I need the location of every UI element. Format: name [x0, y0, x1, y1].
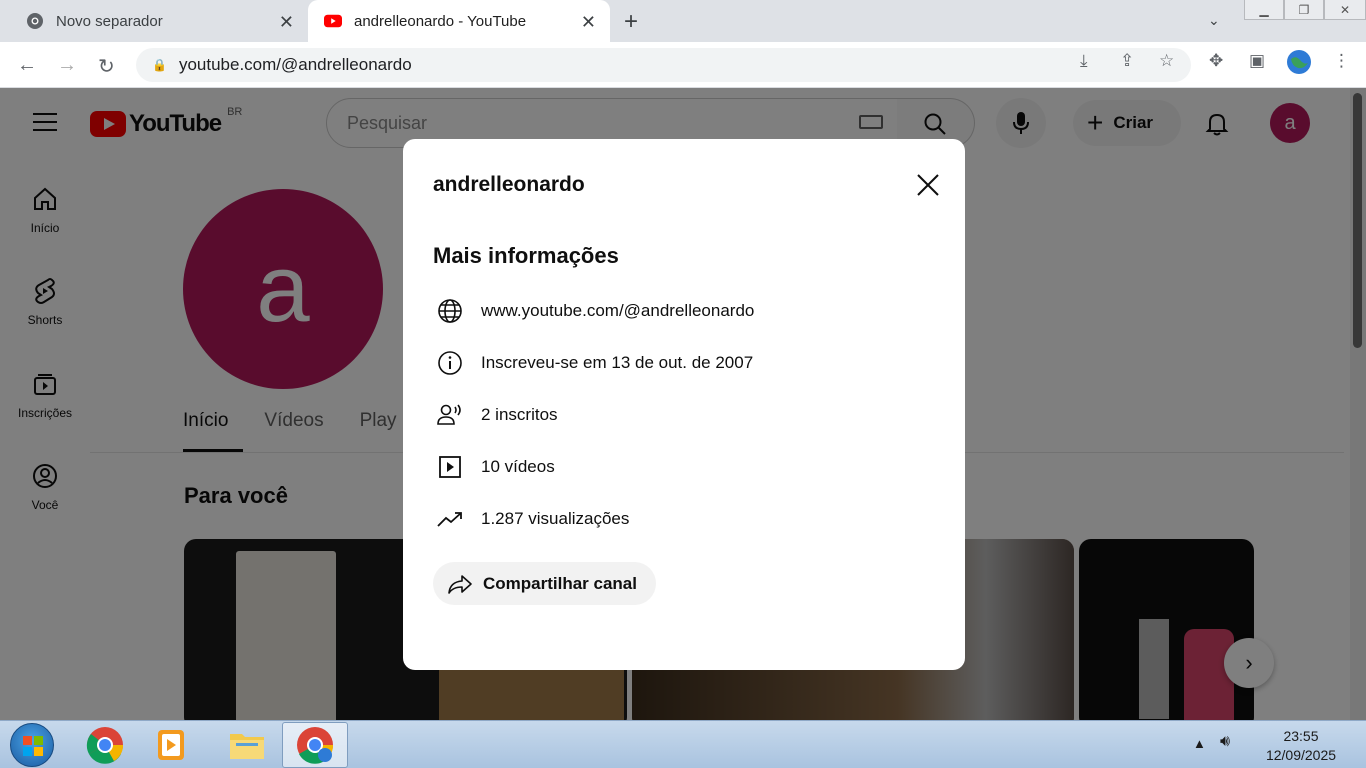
- tab-title: Novo separador: [56, 12, 163, 30]
- tab-title: andrelleonardo - YouTube: [354, 12, 527, 30]
- minimize-button[interactable]: ▁: [1244, 0, 1284, 20]
- install-icon[interactable]: ⤓: [1080, 51, 1088, 71]
- window-close-button[interactable]: ✕: [1324, 0, 1366, 20]
- info-row-url: www.youtube.com/@andrelleonardo: [433, 297, 754, 325]
- start-button[interactable]: [10, 723, 54, 767]
- profile-avatar-icon[interactable]: [1286, 49, 1312, 80]
- info-row-text[interactable]: www.youtube.com/@andrelleonardo: [481, 301, 754, 321]
- taskbar-explorer[interactable]: [214, 722, 280, 768]
- windows-taskbar: ▲ 🔊︎ 23:55 12/09/2025: [0, 720, 1366, 768]
- channel-about-dialog: andrelleonardo Mais informações www.yout…: [403, 139, 965, 670]
- bookmark-star-icon[interactable]: ☆: [1159, 51, 1174, 71]
- info-row-joined: Inscreveu-se em 13 de out. de 2007: [433, 349, 753, 377]
- browser-menu-icon[interactable]: ⋮: [1333, 51, 1350, 71]
- chrome-icon: [297, 727, 334, 764]
- taskbar-media-player[interactable]: [138, 722, 204, 768]
- info-icon: [433, 349, 467, 377]
- close-icon[interactable]: [915, 172, 941, 203]
- lock-icon: 🔒: [152, 58, 167, 72]
- tab-search-chevron-icon[interactable]: ⌄: [1208, 12, 1220, 29]
- extensions-icon[interactable]: ✥: [1209, 51, 1223, 71]
- share-label: Compartilhar canal: [483, 573, 637, 593]
- folder-icon: [230, 734, 264, 759]
- tab-youtube[interactable]: andrelleonardo - YouTube ✕: [308, 0, 610, 42]
- chrome-icon: [26, 12, 44, 30]
- info-row-views: 1.287 visualizações: [433, 505, 629, 533]
- dialog-subtitle: Mais informações: [433, 243, 619, 268]
- restore-button[interactable]: ❐: [1284, 0, 1324, 20]
- info-row-text: 1.287 visualizações: [481, 509, 630, 528]
- address-bar[interactable]: 🔒 youtube.com/@andrelleonardo: [136, 48, 1191, 82]
- dialog-title: andrelleonardo: [433, 173, 585, 196]
- tab-close-icon[interactable]: ✕: [581, 12, 596, 33]
- info-row-text: Inscreveu-se em 13 de out. de 2007: [481, 353, 754, 372]
- info-row-text: 2 inscritos: [481, 405, 558, 424]
- video-icon: [433, 453, 467, 481]
- system-clock[interactable]: 23:55 12/09/2025: [1256, 727, 1346, 765]
- browser-tab-strip: Novo separador ✕ andrelleonardo - YouTub…: [0, 0, 1366, 42]
- globe-icon: [433, 297, 467, 325]
- share-arrow-icon: [448, 574, 472, 594]
- windows-logo-icon: [23, 736, 43, 756]
- tab-close-icon[interactable]: ✕: [279, 12, 294, 33]
- taskbar-chrome-active[interactable]: [282, 722, 348, 768]
- youtube-favicon-icon: [324, 12, 342, 30]
- browser-toolbar: ← → ↻ 🔒 youtube.com/@andrelleonardo ⤓ ⇪ …: [0, 42, 1366, 88]
- reload-icon[interactable]: ↻: [98, 54, 115, 79]
- taskbar-chrome[interactable]: [72, 722, 138, 768]
- info-row-text: 10 vídeos: [481, 457, 555, 476]
- media-player-icon: [158, 730, 184, 760]
- url-text: youtube.com/@andrelleonardo: [178, 55, 412, 74]
- forward-arrow-icon[interactable]: →: [57, 54, 77, 77]
- tray-expand-icon[interactable]: ▲: [1193, 736, 1206, 751]
- youtube-page: YouTube BR Pesquisar + Criar a Início Sh…: [0, 88, 1366, 720]
- new-tab-plus-icon[interactable]: +: [624, 8, 638, 36]
- back-arrow-icon[interactable]: ←: [17, 54, 37, 77]
- share-icon[interactable]: ⇪: [1120, 51, 1134, 71]
- info-row-subscribers: 2 inscritos: [433, 401, 558, 429]
- chrome-icon: [86, 727, 124, 764]
- share-channel-button[interactable]: Compartilhar canal: [433, 562, 656, 605]
- info-row-videos: 10 vídeos: [433, 453, 555, 481]
- tab-new-tab[interactable]: Novo separador ✕: [14, 0, 308, 42]
- trending-icon: [433, 505, 467, 533]
- window-controls: ▁ ❐ ✕: [1244, 0, 1366, 22]
- subscribers-icon: [433, 401, 467, 429]
- side-panel-icon[interactable]: ▣: [1249, 51, 1265, 71]
- clock-time: 23:55: [1283, 728, 1319, 744]
- volume-icon[interactable]: 🔊︎: [1220, 733, 1230, 751]
- clock-date: 12/09/2025: [1265, 747, 1337, 763]
